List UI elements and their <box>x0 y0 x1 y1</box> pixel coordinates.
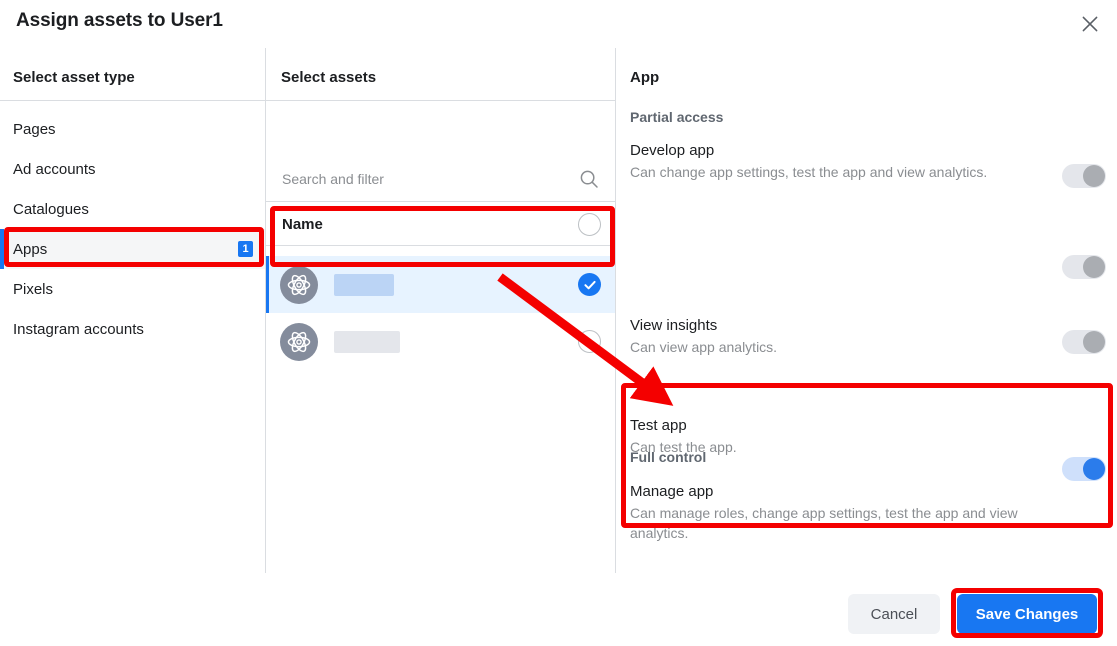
permission-name: Manage app <box>630 483 1117 500</box>
sidebar-item-instagram-accounts[interactable]: Instagram accounts <box>0 309 265 349</box>
permission-description: Can view app analytics. <box>630 338 1020 358</box>
sidebar-item-label: Instagram accounts <box>13 321 253 338</box>
sidebar-item-label: Pixels <box>13 281 253 298</box>
permission-name: Test app <box>630 417 1117 434</box>
column-header-name: Name <box>282 216 578 233</box>
toggle-knob <box>1083 458 1105 480</box>
permission-develop-app: Develop app Can change app settings, tes… <box>630 142 1117 183</box>
status-badge: 1 <box>238 241 253 257</box>
permission-name: View insights <box>630 317 1117 334</box>
cancel-button[interactable]: Cancel <box>848 594 940 634</box>
column-title-assets: Select assets <box>281 69 376 86</box>
search-bar[interactable] <box>266 157 615 202</box>
asset-select-radio-checked[interactable] <box>578 273 601 296</box>
toggle-manage-app[interactable] <box>1062 457 1106 481</box>
toggle-view-insights[interactable] <box>1062 255 1106 279</box>
toggle-test-app[interactable] <box>1062 330 1106 354</box>
permission-manage-app: Manage app Can manage roles, change app … <box>630 483 1117 544</box>
sidebar-item-label: Catalogues <box>13 201 253 218</box>
asset-type-list: Pages Ad accounts Catalogues Apps 1 Pixe… <box>0 109 265 349</box>
permission-group-partial-access: Partial access <box>630 109 723 125</box>
search-icon[interactable] <box>579 169 599 189</box>
asset-name-redacted <box>334 331 400 353</box>
sidebar-item-label: Apps <box>13 241 238 258</box>
sidebar-item-catalogues[interactable]: Catalogues <box>0 189 265 229</box>
table-row[interactable] <box>266 313 615 370</box>
table-row[interactable] <box>266 256 615 313</box>
column-header-border-2 <box>266 100 615 101</box>
permission-name: Develop app <box>630 142 1117 159</box>
sidebar-item-label: Pages <box>13 121 253 138</box>
close-button[interactable] <box>1071 5 1109 43</box>
sidebar-item-apps[interactable]: Apps 1 <box>0 229 265 269</box>
assets-table-header: Name <box>266 203 615 246</box>
save-changes-button[interactable]: Save Changes <box>957 594 1097 634</box>
permission-description: Can manage roles, change app settings, t… <box>630 504 1020 544</box>
toggle-develop-app[interactable] <box>1062 164 1106 188</box>
dialog-header: Assign assets to User1 <box>0 0 1117 48</box>
column-header-border-1 <box>0 100 265 101</box>
asset-select-radio[interactable] <box>578 330 601 353</box>
asset-name-redacted <box>334 274 394 296</box>
sidebar-item-pages[interactable]: Pages <box>0 109 265 149</box>
search-input[interactable] <box>282 171 579 187</box>
close-icon <box>1080 14 1100 34</box>
toggle-knob <box>1083 331 1105 353</box>
sidebar-item-pixels[interactable]: Pixels <box>0 269 265 309</box>
app-atom-icon <box>280 266 318 304</box>
app-atom-icon <box>280 323 318 361</box>
sidebar-item-label: Ad accounts <box>13 161 253 178</box>
toggle-knob <box>1083 256 1105 278</box>
dialog-footer: Cancel Save Changes <box>0 573 1117 646</box>
permission-view-insights: View insights Can view app analytics. <box>630 317 1117 358</box>
sidebar-item-ad-accounts[interactable]: Ad accounts <box>0 149 265 189</box>
toggle-knob <box>1083 165 1105 187</box>
permissions-panel: Partial access Develop app Can change ap… <box>616 48 1117 573</box>
permission-description: Can change app settings, test the app an… <box>630 163 1020 183</box>
select-all-radio[interactable] <box>578 213 601 236</box>
permission-group-full-control: Full control <box>630 449 706 465</box>
column-title-asset-type: Select asset type <box>13 69 135 86</box>
page-title: Assign assets to User1 <box>16 10 223 32</box>
